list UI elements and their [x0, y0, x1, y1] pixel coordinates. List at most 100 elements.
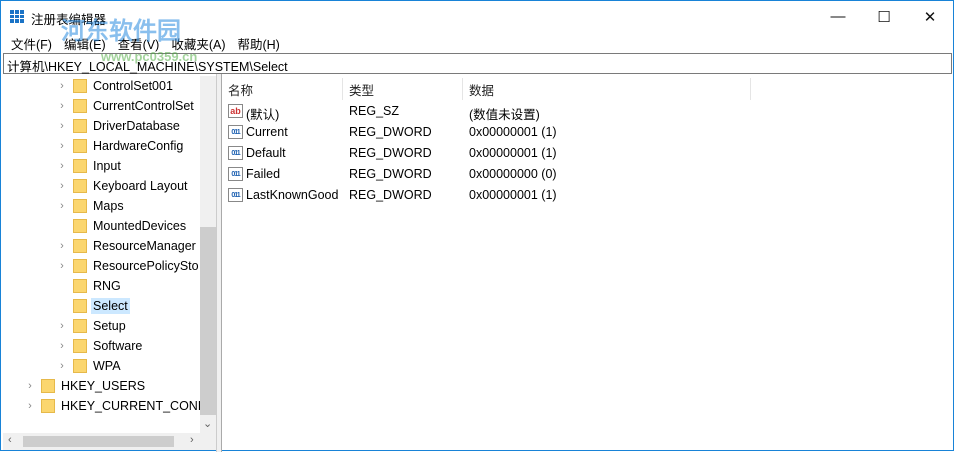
column-header-name[interactable]: 名称: [222, 78, 343, 100]
folder-icon: [73, 239, 87, 253]
chevron-right-icon[interactable]: ›: [57, 160, 67, 172]
value-row[interactable]: 011 LastKnownGood REG_DWORD 0x00000001 (1): [222, 185, 822, 206]
folder-icon: [73, 159, 87, 173]
tree-item[interactable]: › Software: [57, 336, 142, 356]
value-row[interactable]: 011 Failed REG_DWORD 0x00000000 (0): [222, 164, 822, 185]
chevron-right-icon[interactable]: ›: [25, 400, 35, 412]
regedit-app-icon: [10, 10, 24, 23]
tree-item-label: HKEY_CURRENT_CONFIG: [61, 399, 215, 413]
tree-item-label: DriverDatabase: [93, 119, 180, 133]
value-data: 0x00000001 (1): [469, 146, 557, 160]
tree-item[interactable]: › ResourcePolicySto: [57, 256, 199, 276]
binary-value-icon: 011: [228, 167, 243, 181]
tree-vertical-scroll-thumb[interactable]: [200, 227, 216, 415]
scroll-left-arrow-icon[interactable]: ‹: [8, 434, 12, 446]
column-header-type[interactable]: 类型: [343, 78, 463, 100]
tree-item-label: WPA: [93, 359, 121, 373]
tree-item-label: ResourceManager: [93, 239, 196, 253]
maximize-button[interactable]: ☐: [861, 1, 907, 32]
registry-tree: › ControlSet001 › CurrentControlSet › DriverD…: [3, 76, 215, 435]
value-type: REG_SZ: [349, 104, 400, 118]
tree-item[interactable]: › DriverDatabase: [57, 116, 180, 136]
chevron-right-icon[interactable]: ›: [57, 200, 67, 212]
tree-item-label: MountedDevices: [93, 219, 187, 233]
binary-value-icon: 011: [228, 146, 243, 160]
window-title: 注册表编辑器: [31, 13, 107, 27]
tree-item-label: Input: [93, 159, 121, 173]
menu-favorites[interactable]: 收藏夹(A): [165, 32, 231, 53]
tree-item[interactable]: MountedDevices: [57, 216, 186, 236]
folder-icon: [73, 99, 87, 113]
binary-value-icon: 011: [228, 188, 243, 202]
tree-item[interactable]: Select: [57, 296, 130, 316]
value-row[interactable]: 011 Current REG_DWORD 0x00000001 (1): [222, 122, 822, 143]
folder-icon: [41, 379, 55, 393]
tree-item[interactable]: › CurrentControlSet: [57, 96, 194, 116]
folder-icon: [73, 199, 87, 213]
tree-item[interactable]: › Maps: [57, 196, 124, 216]
values-list: 名称 类型 数据 ab (默认) REG_SZ (数值未设置) 011 Current RE…: [222, 76, 953, 451]
value-type: REG_DWORD: [349, 146, 432, 160]
chevron-right-icon[interactable]: ›: [57, 80, 67, 92]
folder-icon: [41, 399, 55, 413]
value-row[interactable]: ab (默认) REG_SZ (数值未设置): [222, 101, 822, 122]
tree-item-label: ResourcePolicySto: [93, 259, 199, 273]
value-name: Failed: [246, 167, 281, 181]
tree-item[interactable]: › WPA: [57, 356, 121, 376]
tree-item[interactable]: › Input: [57, 156, 121, 176]
chevron-right-icon[interactable]: ›: [57, 180, 67, 192]
address-bar[interactable]: 计算机\HKEY_LOCAL_MACHINE\SYSTEM\Select: [3, 53, 952, 74]
tree-item-label: HKEY_USERS: [61, 379, 146, 393]
chevron-right-icon[interactable]: ›: [57, 120, 67, 132]
chevron-right-icon[interactable]: ›: [57, 140, 67, 152]
tree-horizontal-scroll-thumb[interactable]: [23, 436, 174, 447]
tree-item-label: Maps: [93, 199, 124, 213]
close-button[interactable]: ✕: [907, 1, 953, 32]
tree-item[interactable]: RNG: [57, 276, 121, 296]
scroll-down-arrow-icon[interactable]: ⌄: [203, 417, 212, 430]
chevron-right-icon[interactable]: ›: [57, 260, 67, 272]
minimize-button[interactable]: —: [815, 1, 861, 32]
menu-view[interactable]: 查看(V): [112, 32, 166, 53]
folder-icon: [73, 219, 87, 233]
tree-item[interactable]: › HKEY_CURRENT_CONFIG: [25, 396, 215, 416]
folder-icon: [73, 359, 87, 373]
tree-item-label: CurrentControlSet: [93, 99, 194, 113]
column-header-data[interactable]: 数据: [463, 78, 751, 100]
value-name: Default: [246, 146, 286, 160]
value-row[interactable]: 011 Default REG_DWORD 0x00000001 (1): [222, 143, 822, 164]
tree-horizontal-scrollbar[interactable]: ‹ ›: [3, 433, 216, 450]
tree-item[interactable]: › Setup: [57, 316, 126, 336]
chevron-right-icon[interactable]: ›: [25, 380, 35, 392]
string-value-icon: ab: [228, 104, 243, 118]
tree-item-label: ControlSet001: [93, 79, 173, 93]
value-data: 0x00000001 (1): [469, 188, 557, 202]
tree-item-label: Select: [91, 298, 130, 314]
menu-file[interactable]: 文件(F): [5, 32, 58, 53]
tree-item[interactable]: › Keyboard Layout: [57, 176, 188, 196]
value-data: 0x00000001 (1): [469, 125, 557, 139]
chevron-right-icon[interactable]: ›: [57, 320, 67, 332]
menu-edit[interactable]: 编辑(E): [58, 32, 112, 53]
value-name: (默认): [246, 108, 280, 122]
folder-icon: [73, 319, 87, 333]
chevron-right-icon[interactable]: ›: [57, 360, 67, 372]
scroll-right-arrow-icon[interactable]: ›: [190, 434, 194, 446]
folder-icon: [73, 259, 87, 273]
tree-item[interactable]: › HardwareConfig: [57, 136, 183, 156]
tree-item[interactable]: › ControlSet001: [57, 76, 173, 96]
value-type: REG_DWORD: [349, 188, 432, 202]
chevron-right-icon[interactable]: ›: [57, 240, 67, 252]
tree-item-label: Software: [93, 339, 143, 353]
menu-help[interactable]: 帮助(H): [231, 32, 285, 53]
tree-item-label: HardwareConfig: [93, 139, 184, 153]
chevron-right-icon[interactable]: ›: [57, 340, 67, 352]
binary-value-icon: 011: [228, 125, 243, 139]
tree-item[interactable]: › ResourceManager: [57, 236, 196, 256]
folder-icon: [73, 139, 87, 153]
tree-item[interactable]: › HKEY_USERS: [25, 376, 145, 396]
tree-item-label: Keyboard Layout: [93, 179, 188, 193]
folder-icon: [73, 179, 87, 193]
value-type: REG_DWORD: [349, 167, 432, 181]
chevron-right-icon[interactable]: ›: [57, 100, 67, 112]
